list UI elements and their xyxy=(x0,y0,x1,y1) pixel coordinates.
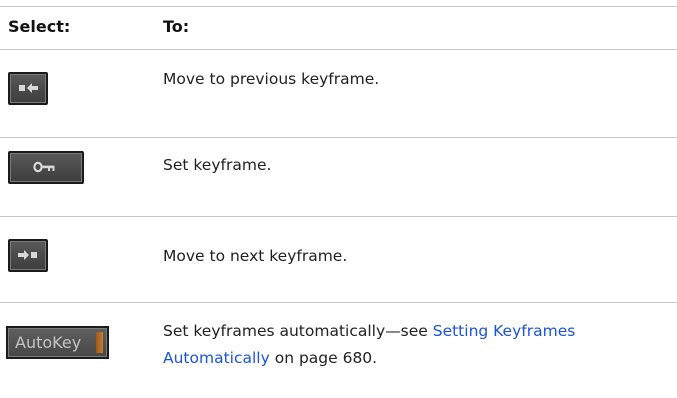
next-keyframe-button[interactable] xyxy=(8,239,48,272)
row-description: Move to previous keyframe. xyxy=(163,70,380,88)
page-reference-text: on page 680. xyxy=(269,349,378,367)
previous-keyframe-button[interactable] xyxy=(8,72,48,105)
next-keyframe-icon xyxy=(18,250,37,260)
table-top-rule xyxy=(0,6,677,7)
row-description: Move to next keyframe. xyxy=(163,247,348,265)
autokey-indicator xyxy=(96,332,103,353)
set-keyframe-button[interactable] xyxy=(8,151,84,184)
row-description-text: Set keyframes automatically—see xyxy=(163,322,433,340)
row-divider xyxy=(0,216,677,217)
previous-keyframe-icon xyxy=(19,83,38,93)
row-divider xyxy=(0,137,677,138)
header-rule xyxy=(0,49,677,50)
row-divider xyxy=(0,302,677,303)
set-keyframe-key-icon xyxy=(33,161,55,173)
column-header-select: Select: xyxy=(8,17,71,36)
autokey-label: AutoKey xyxy=(15,333,82,352)
column-header-to: To: xyxy=(163,17,190,36)
row-description: Set keyframes automatically—see Setting … xyxy=(163,318,663,372)
autokey-button[interactable]: AutoKey xyxy=(6,326,109,359)
row-description: Set keyframe. xyxy=(163,156,272,174)
